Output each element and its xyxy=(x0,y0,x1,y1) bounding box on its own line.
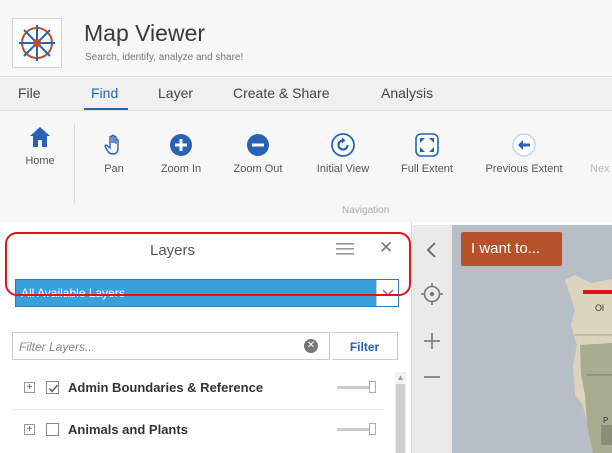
initial-view-label: Initial View xyxy=(316,163,370,175)
ribbon-tabs: File Find Layer Create & Share Analysis xyxy=(0,78,612,110)
refresh-icon xyxy=(331,133,355,157)
collapse-panel-button[interactable] xyxy=(419,237,445,263)
layer-label: Animals and Plants xyxy=(68,422,188,437)
crosshair-icon xyxy=(421,283,443,305)
map-place-label-2: P xyxy=(603,416,609,425)
clear-filter-icon[interactable]: ✕ xyxy=(304,339,318,353)
previous-extent-label: Previous Extent xyxy=(485,163,563,175)
app-header: Map Viewer Search, identify, analyze and… xyxy=(0,0,612,77)
initial-view-button[interactable]: Initial View xyxy=(308,133,378,175)
slider-track xyxy=(337,386,373,389)
plus-circle-icon xyxy=(170,134,192,156)
map-zoom-in-button[interactable] xyxy=(419,328,445,354)
compass-logo-icon xyxy=(12,18,62,68)
tab-layer[interactable]: Layer xyxy=(158,85,193,101)
app-title: Map Viewer xyxy=(84,20,206,46)
slider-track xyxy=(337,428,373,431)
home-label: Home xyxy=(25,155,55,167)
locate-button[interactable] xyxy=(419,281,445,307)
next-extent-label: Nex xyxy=(590,163,610,175)
layer-opacity-slider[interactable] xyxy=(337,422,382,436)
back-arrow-icon xyxy=(512,133,536,157)
map-place-label: Ol xyxy=(595,303,604,313)
annotation-arrow-line xyxy=(583,290,612,294)
layer-visibility-checkbox[interactable] xyxy=(46,381,59,394)
filter-layers-input[interactable]: Filter Layers... ✕ xyxy=(12,332,330,360)
slider-thumb[interactable] xyxy=(369,423,376,435)
tab-file[interactable]: File xyxy=(18,85,41,101)
scrollbar-thumb[interactable] xyxy=(396,384,405,453)
previous-extent-button[interactable]: Previous Extent xyxy=(477,133,571,175)
app-subtitle: Search, identify, analyze and share! xyxy=(85,52,244,63)
ribbon-divider xyxy=(74,123,75,203)
map-zoom-out-button[interactable] xyxy=(419,364,445,390)
ribbon-toolbar: Home Pan Zoom In Zoom Out Initial View F… xyxy=(0,110,612,222)
slider-thumb[interactable] xyxy=(369,381,376,393)
zoom-in-label: Zoom In xyxy=(160,163,202,175)
layer-opacity-slider[interactable] xyxy=(337,380,382,394)
hand-icon xyxy=(104,134,119,155)
minus-icon xyxy=(424,376,440,378)
chevron-left-icon xyxy=(426,242,436,258)
expand-icon xyxy=(415,133,439,157)
plus-icon xyxy=(424,333,440,349)
annotation-highlight-box xyxy=(5,232,411,296)
i-want-to-button[interactable]: I want to... xyxy=(461,232,562,266)
tab-create-share[interactable]: Create & Share xyxy=(233,85,330,101)
zoom-out-label: Zoom Out xyxy=(233,163,283,175)
filter-layers-placeholder: Filter Layers... xyxy=(19,340,96,354)
home-icon xyxy=(30,127,50,147)
layer-visibility-checkbox[interactable] xyxy=(46,423,59,436)
pan-button[interactable]: Pan xyxy=(96,133,132,175)
next-extent-button[interactable]: Nex xyxy=(590,163,612,175)
expand-icon[interactable]: + xyxy=(24,382,35,393)
layer-item-animals-plants[interactable]: + Animals and Plants xyxy=(12,411,395,451)
pan-label: Pan xyxy=(104,163,124,175)
layer-label: Admin Boundaries & Reference xyxy=(68,380,264,395)
navigation-group-label: Navigation xyxy=(342,205,390,216)
tab-analysis[interactable]: Analysis xyxy=(381,85,433,101)
scroll-up-icon[interactable]: ▲ xyxy=(396,373,405,382)
full-extent-button[interactable]: Full Extent xyxy=(394,133,460,175)
home-button[interactable]: Home xyxy=(20,125,60,167)
checkmark-icon xyxy=(48,384,59,393)
layer-item-admin-boundaries[interactable]: + Admin Boundaries & Reference xyxy=(12,369,395,409)
filter-button[interactable]: Filter xyxy=(332,332,398,360)
row-divider xyxy=(12,409,384,410)
expand-icon[interactable]: + xyxy=(24,424,35,435)
full-extent-label: Full Extent xyxy=(401,163,453,175)
tab-find[interactable]: Find xyxy=(91,85,118,101)
zoom-in-button[interactable]: Zoom In xyxy=(153,133,209,175)
minus-circle-icon xyxy=(247,134,269,156)
map-viewer-app: Map Viewer Search, identify, analyze and… xyxy=(0,0,612,453)
zoom-out-button[interactable]: Zoom Out xyxy=(226,133,290,175)
